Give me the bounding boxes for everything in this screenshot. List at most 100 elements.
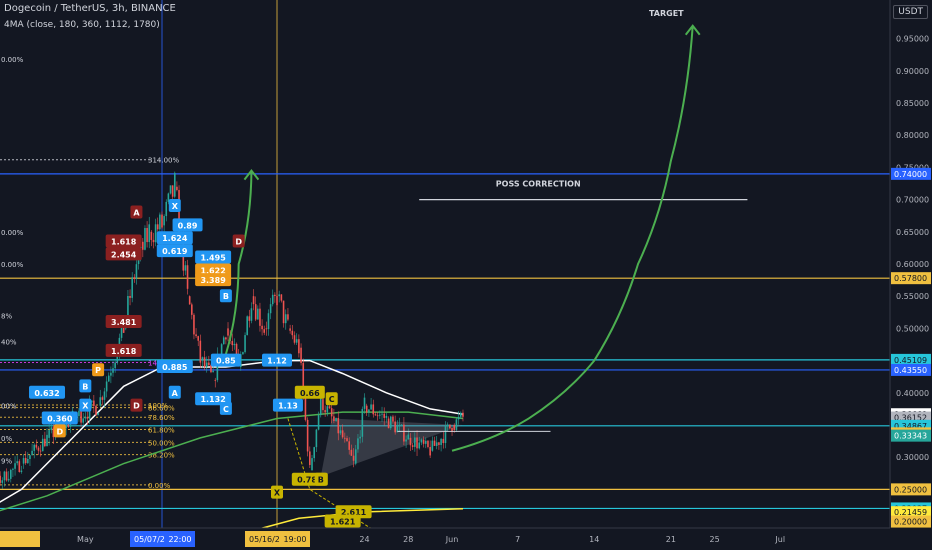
candle-body xyxy=(173,172,176,197)
candle-body xyxy=(427,440,429,448)
candle-body xyxy=(27,458,29,464)
candle-body xyxy=(444,426,447,444)
currency-button[interactable]: USDT xyxy=(893,5,928,19)
candle-body xyxy=(14,463,16,469)
left-time-badge xyxy=(0,531,40,547)
candle-body xyxy=(261,325,263,330)
left-edge-percent-label: 8% xyxy=(1,313,12,321)
candle-body xyxy=(3,471,6,481)
candle-body xyxy=(86,416,89,419)
candle-body xyxy=(370,404,372,410)
candle-body xyxy=(208,362,210,365)
candle-body xyxy=(330,408,333,417)
wave-label: 1.13 xyxy=(278,402,298,411)
left-edge-percent-label: 9% xyxy=(1,457,12,465)
candle-body xyxy=(44,438,46,447)
wave-label: 0.885 xyxy=(162,363,188,372)
chart-root: 314.00%141.40%100%86.60%78.60%61.80%50.0… xyxy=(0,0,932,550)
candle-body xyxy=(424,440,427,444)
wave-label: 0.85 xyxy=(216,357,236,366)
wave-letter: A xyxy=(133,208,140,217)
candle-body xyxy=(274,294,276,297)
candle-body xyxy=(344,437,346,439)
candle-body xyxy=(142,241,144,250)
candle-body xyxy=(146,228,148,243)
candle-body xyxy=(101,397,104,400)
candle-body xyxy=(144,228,146,250)
candle-body xyxy=(16,461,18,464)
candle-body xyxy=(248,316,251,321)
candle-body xyxy=(103,391,106,400)
candle-body xyxy=(363,397,366,409)
wave-label: 2.454 xyxy=(111,250,137,259)
price-chart[interactable]: 314.00%141.40%100%86.60%78.60%61.80%50.0… xyxy=(0,0,932,550)
candle-body xyxy=(225,337,227,340)
candle-body xyxy=(462,412,464,417)
candle-body xyxy=(254,304,257,320)
candle-body xyxy=(381,413,383,415)
candle-body xyxy=(107,375,110,382)
candle-body xyxy=(438,442,440,445)
wave-letter: C xyxy=(223,405,229,414)
candle-body xyxy=(311,458,313,471)
candle-body xyxy=(163,216,165,226)
candle-body xyxy=(150,231,153,240)
candle-body xyxy=(154,224,157,243)
candle-body xyxy=(0,475,1,483)
left-edge-percent-label: 0.00% xyxy=(1,229,24,237)
candle-body xyxy=(389,416,392,429)
candle-body xyxy=(394,421,396,433)
wave-letter: X xyxy=(82,402,89,411)
candle-body xyxy=(169,185,172,194)
candle-body xyxy=(33,444,36,451)
time-axis-label: Jun xyxy=(445,535,459,544)
candle-body xyxy=(409,437,412,446)
price-axis-tick: 0.65000 xyxy=(896,228,929,237)
wave-letter: B xyxy=(82,382,88,391)
candle-body xyxy=(135,264,138,280)
candle-body xyxy=(400,424,403,426)
left-edge-percent-label: 0% xyxy=(1,435,12,443)
candle-body xyxy=(267,313,270,330)
candle-body xyxy=(112,368,114,373)
candle-body xyxy=(1,480,4,483)
wave-label: 1.624 xyxy=(162,234,188,243)
candle-body xyxy=(80,410,82,423)
fib-level-label: 50.00% xyxy=(148,439,175,447)
time-axis-label: Jul xyxy=(774,535,785,544)
candle-body xyxy=(418,442,421,449)
fib-level-label: 38.20% xyxy=(148,452,175,460)
candle-body xyxy=(199,340,202,363)
wave-label: 1.621 xyxy=(330,518,356,527)
wave-label: 1.12 xyxy=(267,357,287,366)
candle-body xyxy=(191,304,193,315)
candle-body xyxy=(24,458,27,464)
highlighted-time-label: 05/16/21 xyxy=(249,535,285,544)
wave-label: 1.495 xyxy=(200,254,226,263)
candle-body xyxy=(97,412,99,416)
candle-body xyxy=(22,458,25,464)
candle-body xyxy=(376,415,379,417)
candle-body xyxy=(148,224,151,243)
candle-body xyxy=(392,416,394,422)
time-axis-label: 21 xyxy=(666,535,676,544)
candle-body xyxy=(50,427,53,431)
candle-body xyxy=(114,362,116,369)
candle-body xyxy=(9,469,12,479)
candle-body xyxy=(231,341,234,346)
chart-annotation: POSS CORRECTION xyxy=(496,180,581,189)
candle-body xyxy=(152,239,155,243)
wave-letter: B xyxy=(318,476,324,485)
candle-body xyxy=(222,337,225,345)
candle-body xyxy=(317,415,320,430)
candle-body xyxy=(210,364,212,373)
wave-letter: P xyxy=(95,366,101,375)
time-axis-label: 28 xyxy=(403,535,413,544)
candle-body xyxy=(197,336,200,341)
candle-body xyxy=(133,277,136,280)
candle-body xyxy=(276,296,278,306)
candle-body xyxy=(291,330,294,336)
price-label: 0.74000 xyxy=(894,170,927,179)
candle-body xyxy=(315,429,318,448)
price-label: 0.45109 xyxy=(894,356,927,365)
